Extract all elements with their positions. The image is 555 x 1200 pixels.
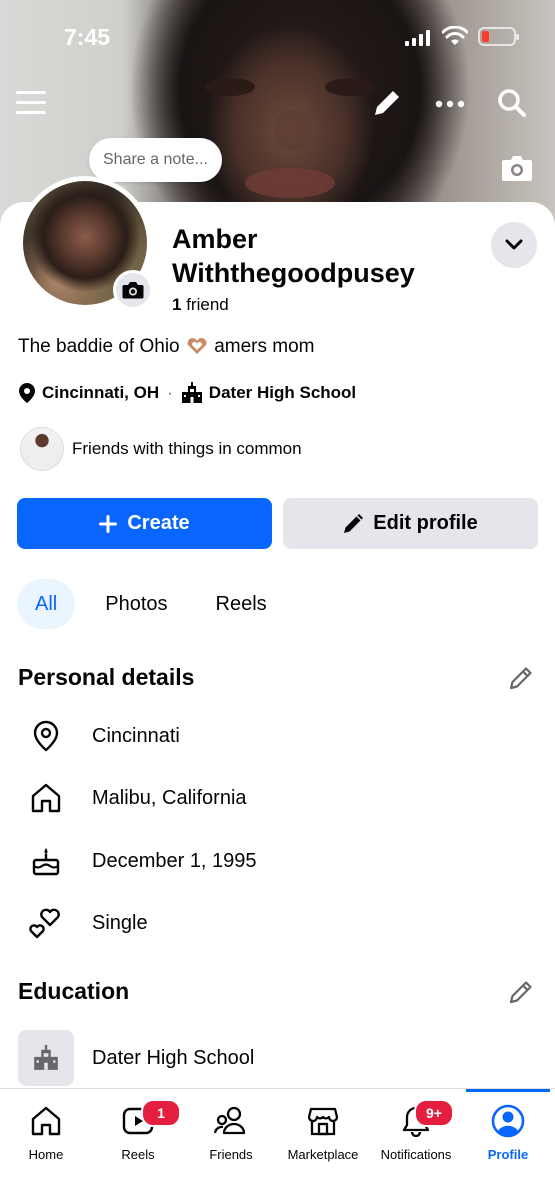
detail-birthday: December 1, 1995 (18, 836, 538, 886)
nav-label: Reels (121, 1147, 155, 1162)
avatar-camera-button[interactable] (113, 270, 153, 310)
cover-camera-icon[interactable] (501, 154, 533, 182)
detail-current-city: Cincinnati (18, 711, 538, 761)
edit-personal-details-icon[interactable] (508, 665, 534, 691)
detail-text: Malibu, California (92, 786, 247, 809)
status-bar: 7:45 (0, 0, 555, 72)
location-pin-icon (33, 720, 59, 752)
home-icon (31, 783, 61, 813)
cover-eye (205, 78, 255, 96)
plus-icon (99, 514, 118, 533)
birthday-cake-icon (32, 848, 60, 876)
nav-profile[interactable]: Profile (462, 1101, 554, 1162)
edit-profile-label: Edit profile (373, 512, 478, 534)
bottom-navigation: Home 1 Reels Friends Marketplace 9+ Noti… (0, 1088, 555, 1200)
profile-name: Amber Withthegoodpusey (172, 224, 415, 288)
profile-icon (491, 1104, 525, 1138)
camera-icon (122, 282, 144, 299)
heart-hands-emoji-icon (187, 338, 207, 354)
nav-label: Notifications (380, 1147, 452, 1162)
personal-details-title: Personal details (18, 664, 195, 690)
cover-eye (325, 78, 375, 96)
nav-reels[interactable]: 1 Reels (92, 1099, 184, 1162)
friend-count-label: friend (186, 295, 229, 314)
nav-friends[interactable]: Friends (185, 1101, 277, 1162)
nav-label: Marketplace (287, 1147, 359, 1162)
home-icon (31, 1106, 61, 1136)
edit-education-icon[interactable] (508, 979, 534, 1005)
status-time: 7:45 (64, 24, 111, 50)
tab-photos[interactable]: Photos (87, 579, 185, 629)
intro-school[interactable]: Dater High School (209, 383, 356, 403)
friends-in-common[interactable]: Friends with things in common (20, 427, 302, 471)
nav-label: Home (28, 1147, 64, 1162)
school-building-icon (34, 1045, 58, 1070)
detail-hometown: Malibu, California (18, 773, 538, 823)
nav-marketplace[interactable]: Marketplace (277, 1101, 369, 1162)
nav-label: Profile (487, 1147, 529, 1162)
detail-text: December 1, 1995 (92, 849, 257, 872)
more-options-icon[interactable] (435, 100, 465, 108)
detail-text: Single (92, 911, 148, 934)
search-icon[interactable] (497, 88, 527, 118)
friends-icon (214, 1106, 246, 1135)
detail-text: Cincinnati (92, 724, 180, 747)
location-pin-icon (19, 383, 35, 403)
reels-badge: 1 (141, 1099, 181, 1127)
marketplace-icon (307, 1107, 339, 1136)
intro-location[interactable]: Cincinnati, OH (42, 383, 159, 403)
pencil-icon (344, 513, 364, 533)
profile-dropdown-button[interactable] (491, 222, 537, 268)
create-button[interactable]: Create (17, 498, 272, 549)
chevron-down-icon (505, 239, 523, 250)
friend-count[interactable]: 1 friend (172, 295, 229, 315)
nav-notifications[interactable]: 9+ Notifications (370, 1099, 462, 1162)
hearts-icon (29, 908, 60, 939)
share-note-bubble[interactable]: Share a note... (89, 138, 222, 182)
nav-label: Friends (209, 1147, 253, 1162)
mutual-friend-avatar (20, 427, 64, 471)
cover-nose (275, 110, 311, 150)
wifi-icon (442, 26, 468, 45)
create-label: Create (127, 512, 190, 534)
friend-count-number: 1 (172, 295, 182, 314)
active-tab-indicator (466, 1089, 550, 1092)
tab-reels[interactable]: Reels (198, 579, 285, 629)
tab-all[interactable]: All (17, 579, 76, 629)
education-item[interactable]: Dater High School (18, 1030, 538, 1086)
school-building-icon (181, 382, 202, 403)
intro-line: Cincinnati, OH · Dater High School (18, 382, 356, 404)
notifications-badge: 9+ (414, 1099, 454, 1127)
battery-icon (478, 27, 519, 46)
profile-bio: The baddie of Ohio amers mom (18, 336, 314, 358)
education-text: Dater High School (92, 1046, 255, 1069)
edit-profile-button[interactable]: Edit profile (283, 498, 538, 549)
detail-relationship: Single (18, 898, 538, 948)
education-icon-box (18, 1030, 74, 1086)
profile-tabs: All Photos Reels (17, 579, 297, 629)
menu-icon[interactable] (16, 88, 46, 118)
bio-text-start: The baddie of Ohio (18, 336, 180, 357)
cover-lips (245, 168, 335, 198)
intro-separator: · (167, 383, 173, 402)
cellular-signal-icon (405, 30, 430, 46)
pencil-icon[interactable] (371, 87, 403, 119)
mutual-text: Friends with things in common (72, 439, 302, 458)
education-title: Education (18, 978, 130, 1004)
bio-text-end: amers mom (214, 336, 315, 357)
nav-home[interactable]: Home (0, 1101, 92, 1162)
